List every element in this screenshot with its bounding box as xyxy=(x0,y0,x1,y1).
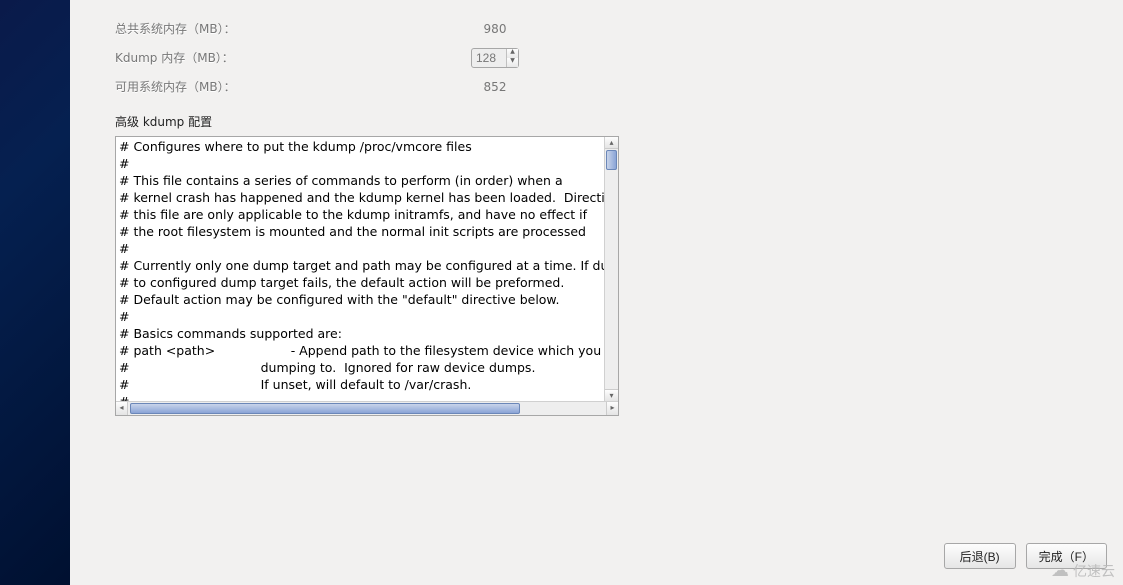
kdump-memory-input[interactable] xyxy=(472,49,506,67)
kdump-memory-spinbox[interactable]: ▲ ▼ xyxy=(471,48,519,68)
usable-memory-value: 852 xyxy=(395,80,595,94)
usable-memory-label: 可用系统内存（MB）： xyxy=(115,78,395,95)
scroll-down-icon[interactable]: ▾ xyxy=(605,389,618,401)
back-button[interactable]: 后退(B) xyxy=(944,543,1016,569)
horizontal-scroll-thumb[interactable] xyxy=(130,403,520,414)
footer-buttons: 后退(B) 完成（F） xyxy=(944,543,1107,569)
kdump-memory-label: Kdump 内存（MB）： xyxy=(115,49,395,66)
kdump-config-panel: 总共系统内存（MB）： 980 Kdump 内存（MB）： ▲ ▼ 可用系统内存… xyxy=(70,0,1123,585)
kdump-config-text[interactable]: # Configures where to put the kdump /pro… xyxy=(116,137,604,401)
vertical-scrollbar[interactable]: ▴ ▾ xyxy=(604,137,618,401)
kdump-config-editor: # Configures where to put the kdump /pro… xyxy=(115,136,619,416)
scroll-left-icon[interactable]: ◂ xyxy=(116,402,128,415)
desktop-background xyxy=(0,0,70,585)
spin-down-icon[interactable]: ▼ xyxy=(507,58,518,67)
advanced-config-title: 高级 kdump 配置 xyxy=(115,113,1123,130)
vertical-scroll-thumb[interactable] xyxy=(606,150,617,170)
scroll-right-icon[interactable]: ▸ xyxy=(606,402,618,415)
horizontal-scrollbar[interactable]: ◂ ▸ xyxy=(116,401,618,415)
finish-button[interactable]: 完成（F） xyxy=(1026,543,1107,569)
total-memory-value: 980 xyxy=(395,22,595,36)
scroll-up-icon[interactable]: ▴ xyxy=(605,137,618,149)
total-memory-label: 总共系统内存（MB）： xyxy=(115,20,395,37)
